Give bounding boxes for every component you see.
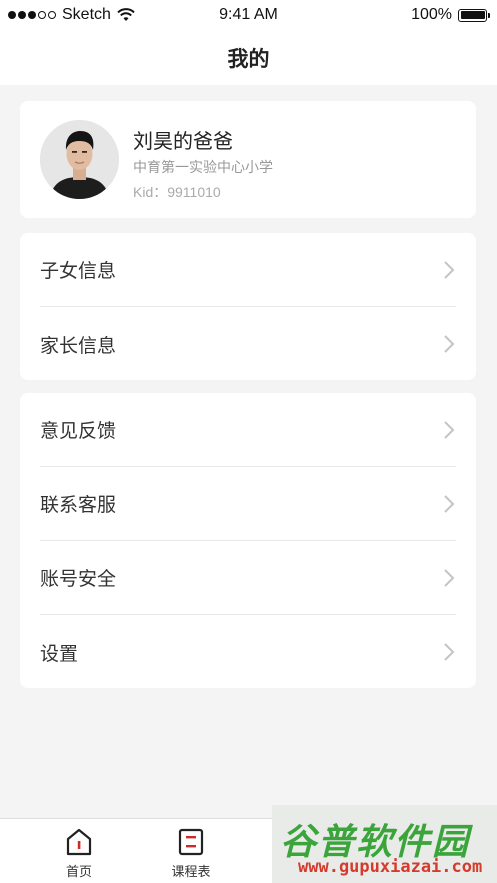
tab-label: 首页 [65, 864, 92, 879]
battery-percent: 100% [411, 6, 452, 23]
menu-item-parent-info[interactable]: 家长信息 [40, 307, 456, 381]
profile-kid-id: Kid：9911010 [133, 184, 221, 200]
page-title: 我的 [227, 47, 270, 71]
menu-item-label: 家长信息 [40, 335, 117, 357]
chevron-right-icon [444, 335, 455, 353]
chevron-right-icon [444, 643, 455, 661]
menu-item-settings[interactable]: 设置 [40, 615, 456, 689]
nav-bar: 我的 [0, 30, 497, 85]
watermark-url: www.gupuxiazai.com [298, 857, 483, 877]
battery-icon [458, 8, 490, 22]
avatar[interactable] [40, 120, 119, 199]
status-bar: Sketch 9:41 AM 100% [0, 0, 497, 30]
schedule-icon [178, 828, 204, 856]
menu-item-label: 设置 [40, 643, 79, 665]
settings-section: 意见反馈 联系客服 账号安全 设置 [20, 393, 476, 688]
menu-item-customer-service[interactable]: 联系客服 [40, 467, 456, 541]
watermark: 谷普软件园 www.gupuxiazai.com [272, 805, 497, 883]
menu-item-label: 联系客服 [40, 495, 117, 516]
battery-fill [460, 11, 485, 19]
menu-item-label: 意见反馈 [40, 421, 117, 442]
chevron-right-icon [444, 260, 455, 279]
menu-item-label: 子女信息 [40, 261, 117, 282]
chevron-right-icon [444, 494, 455, 513]
menu-item-account-security[interactable]: 账号安全 [40, 541, 456, 615]
profile-name: 刘昊的爸爸 [133, 131, 233, 153]
menu-item-feedback[interactable]: 意见反馈 [40, 393, 456, 467]
home-icon [66, 828, 92, 856]
tab-schedule[interactable]: 课程表 [151, 827, 231, 880]
menu-item-label: 账号安全 [40, 569, 117, 590]
tab-home[interactable]: 首页 [39, 827, 119, 880]
chevron-right-icon [444, 420, 455, 439]
menu-item-children-info[interactable]: 子女信息 [40, 233, 456, 307]
profile-card[interactable]: 刘昊的爸爸 中育第一实验中心小学 Kid：9911010 [20, 101, 476, 218]
battery-group: 100% [411, 6, 490, 24]
tab-label: 课程表 [171, 864, 211, 879]
user-avatar-icon [40, 120, 119, 199]
profile-school: 中育第一实验中心小学 [133, 159, 273, 175]
chevron-right-icon [444, 568, 455, 587]
info-section: 子女信息 家长信息 [20, 233, 476, 380]
